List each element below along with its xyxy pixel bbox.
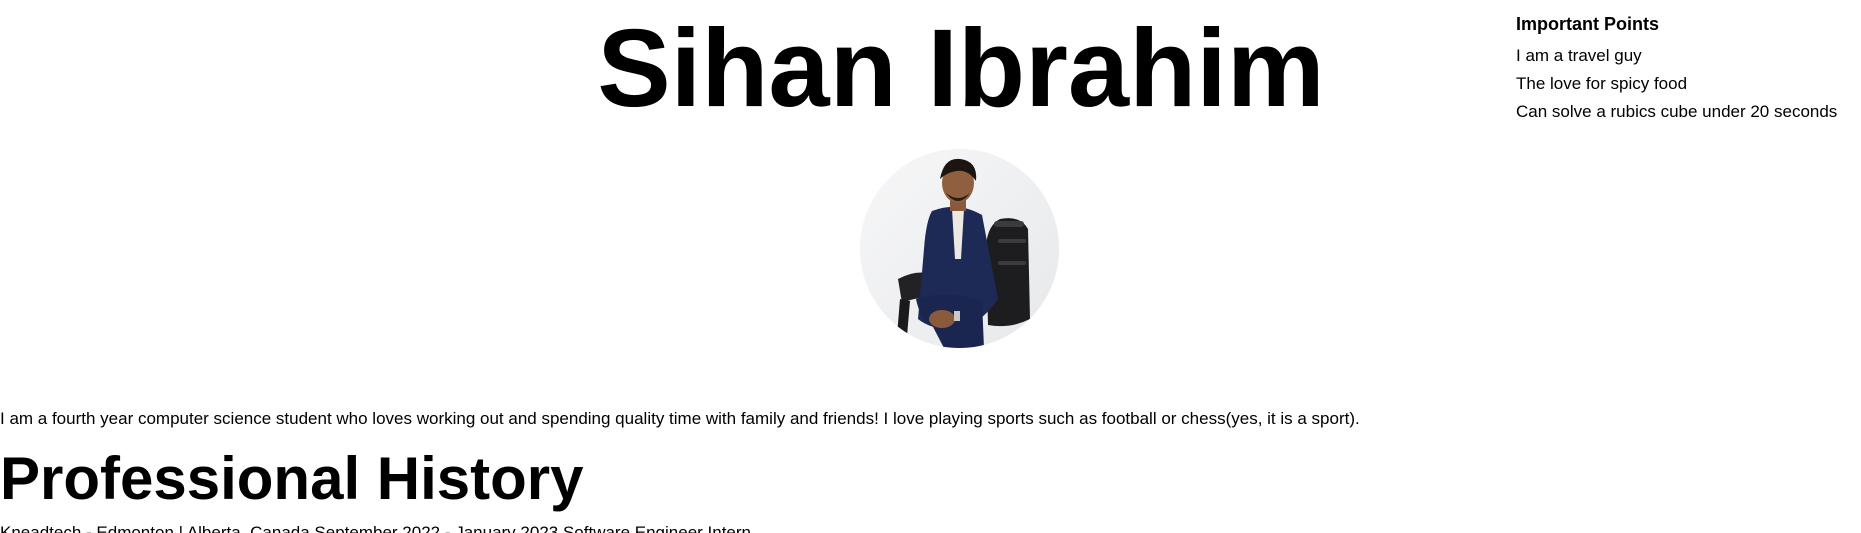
list-item: The love for spicy food xyxy=(1516,74,1688,93)
important-points-panel: Important Points I am a travel guy The l… xyxy=(1516,12,1856,126)
professional-history-heading: Professional History xyxy=(0,445,584,512)
important-points-heading: Important Points xyxy=(1516,14,1659,34)
bio-text: I am a fourth year computer science stud… xyxy=(0,409,1360,428)
profile-photo-icon xyxy=(860,149,1059,348)
page: Sihan Ibrahim Important Points I am a tr… xyxy=(0,0,1861,533)
important-points-list: I am a travel guy The love for spicy foo… xyxy=(1516,42,1856,126)
job-entry: Kneadtech - Edmonton | Alberta, Canada S… xyxy=(0,523,752,533)
list-item: Can solve a rubics cube under 20 seconds xyxy=(1516,102,1838,121)
avatar xyxy=(860,149,1059,348)
list-item: I am a travel guy xyxy=(1516,46,1642,65)
